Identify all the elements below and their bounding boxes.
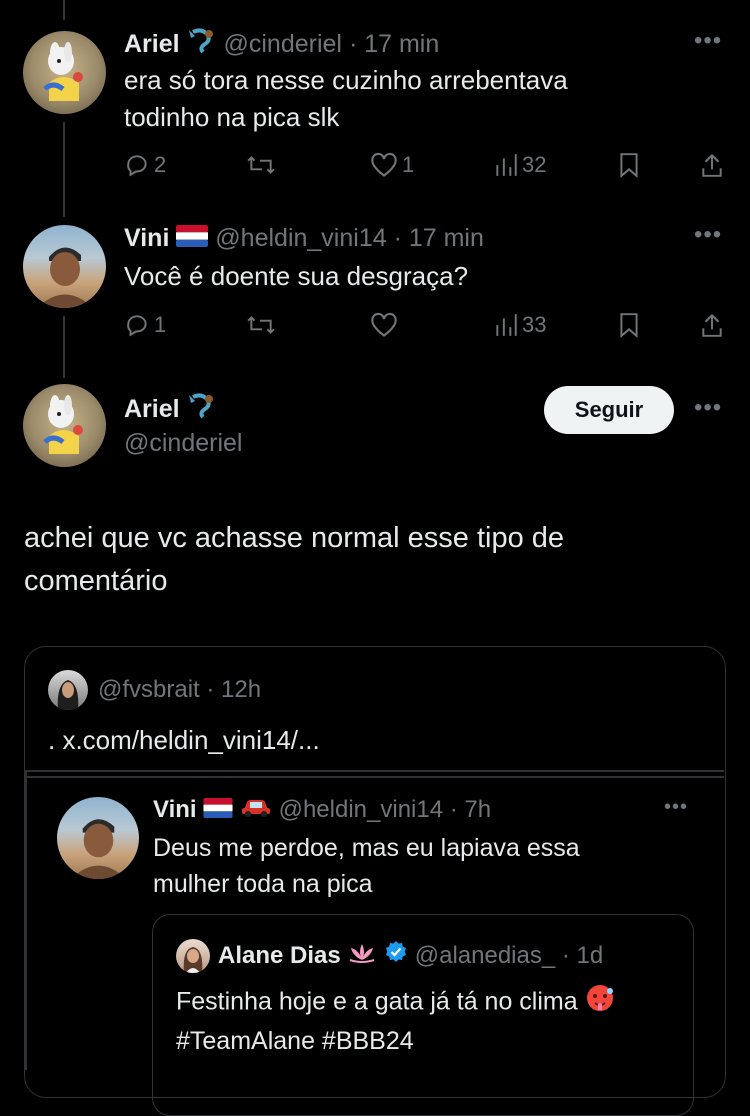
quoted-name[interactable]: Vini: [153, 796, 197, 823]
avatar-fvsbrait[interactable]: [48, 670, 88, 710]
follow-button[interactable]: Seguir: [544, 386, 674, 434]
avatar-vini[interactable]: [23, 225, 106, 308]
avatar-ariel-main[interactable]: [23, 384, 106, 467]
quoted-handle[interactable]: @heldin_vini14: [279, 796, 443, 823]
bookmark-icon: [620, 313, 638, 338]
thread-line-1: [63, 122, 65, 217]
reply1-views-button[interactable]: 32: [494, 152, 546, 178]
reply1-bookmark-button[interactable]: [618, 152, 640, 178]
main-header: Ariel: [124, 393, 217, 427]
bookmark-icon: [620, 153, 638, 178]
reply2-handle[interactable]: @heldin_vini14: [215, 224, 386, 252]
quote-header: @fvsbrait · 12h: [98, 674, 261, 706]
reply1-reply-button[interactable]: 2: [124, 152, 166, 178]
reply1-reply-count: 2: [154, 152, 167, 177]
reply1-name[interactable]: Ariel: [124, 30, 180, 58]
reply2-text: Você é doente sua desgraça?: [124, 261, 469, 291]
reply1-handle[interactable]: @cinderiel: [224, 30, 342, 58]
reply2-time[interactable]: · 17 min: [394, 224, 484, 252]
thread-line-2: [63, 316, 65, 378]
share-icon: [702, 153, 722, 177]
main-text-line1: achei que vc achasse normal esse tipo de: [24, 522, 565, 554]
hot-face-emoji-icon: [585, 983, 615, 1023]
quoted-text: Deus me perdoe, mas eu lapiava essa mulh…: [153, 830, 580, 902]
reply2-retweet-button[interactable]: [246, 312, 276, 338]
quoted-header: Vini @heldin_vini14 · 7h: [153, 794, 491, 827]
avatar-alane[interactable]: [176, 939, 210, 973]
nested-time[interactable]: · 1d: [562, 942, 603, 969]
thread-line-top: [63, 0, 65, 20]
reply-icon: [127, 155, 147, 177]
reply2-like-button[interactable]: [370, 312, 398, 338]
heart-icon: [371, 312, 397, 337]
reply2-reply-count: 1: [154, 312, 167, 337]
heart-icon: [371, 152, 397, 177]
quoted-time[interactable]: · 7h: [450, 796, 491, 823]
nested-text-line1-row: Festinha hoje e a gata já tá no clima: [176, 983, 615, 1023]
mermaid-icon: [187, 393, 217, 427]
nested-name[interactable]: Alane Dias: [218, 942, 341, 969]
avatar-ariel[interactable]: [23, 31, 106, 114]
reply1-retweet-button[interactable]: [246, 152, 276, 178]
main-handle[interactable]: @cinderiel: [124, 427, 242, 459]
reply1-header: Ariel @cinderiel · 17 min: [124, 28, 439, 62]
quoted-text-line2: mulher toda na pica: [153, 870, 373, 898]
quote-inner-top-line: [25, 776, 724, 778]
reply2-views-button[interactable]: 33: [494, 312, 546, 338]
reply1-views-count: 32: [522, 152, 547, 177]
reply2-share-button[interactable]: [700, 312, 724, 338]
quote-inner-left-border: [25, 770, 27, 1070]
lotus-icon: [347, 941, 377, 973]
mermaid-icon: [187, 28, 217, 62]
quoted-text-line1: Deus me perdoe, mas eu lapiava essa: [153, 834, 580, 862]
quote-text[interactable]: . x.com/heldin_vini14/...: [48, 722, 320, 758]
share-icon: [702, 313, 722, 337]
nested-text: Festinha hoje e a gata já tá no clima #T…: [176, 983, 615, 1059]
quote-handle[interactable]: @fvsbrait: [98, 676, 200, 703]
views-icon: [496, 154, 517, 176]
views-icon: [496, 314, 517, 336]
main-more-icon[interactable]: •••: [694, 396, 722, 420]
retweet-icon: [247, 316, 275, 334]
netherlands-flag-icon: [176, 223, 209, 255]
reply1-text: era só tora nesse cuzinho arrebentava to…: [124, 62, 568, 136]
verified-badge-icon: [384, 940, 408, 973]
reply2-name[interactable]: Vini: [124, 224, 169, 252]
reply1-text-line2: todinho na pica slk: [124, 102, 340, 132]
quote-divider: [25, 770, 724, 772]
reply2-views-count: 33: [522, 312, 547, 337]
reply1-more-icon[interactable]: •••: [694, 29, 722, 53]
reply1-share-button[interactable]: [700, 152, 724, 178]
reply2-header: Vini @heldin_vini14 · 17 min: [124, 222, 484, 255]
reply1-text-line1: era só tora nesse cuzinho arrebentava: [124, 65, 568, 95]
avatar-vini-quoted[interactable]: [57, 797, 139, 879]
main-name[interactable]: Ariel: [124, 395, 180, 423]
nested-text-line2: #TeamAlane #BBB24: [176, 1027, 414, 1055]
quote-time[interactable]: · 12h: [206, 676, 261, 703]
quoted-more-icon[interactable]: •••: [664, 797, 688, 817]
netherlands-flag-icon: [203, 795, 233, 827]
reply1-time[interactable]: · 17 min: [349, 30, 439, 58]
main-text: achei que vc achasse normal esse tipo de…: [24, 517, 564, 603]
retweet-icon: [247, 156, 275, 174]
nested-text-line1: Festinha hoje e a gata já tá no clima: [176, 987, 578, 1016]
nested-handle[interactable]: @alanedias_: [415, 942, 555, 969]
reply1-like-count: 1: [402, 152, 415, 177]
car-icon: [240, 795, 272, 827]
reply-icon: [127, 315, 147, 337]
reply2-reply-button[interactable]: 1: [124, 312, 166, 338]
main-text-line2: comentário: [24, 565, 168, 597]
nested-header: Alane Dias @alanedias_ · 1d: [218, 940, 603, 973]
reply2-bookmark-button[interactable]: [618, 312, 640, 338]
reply2-more-icon[interactable]: •••: [694, 223, 722, 247]
reply1-like-button[interactable]: 1: [370, 152, 414, 178]
